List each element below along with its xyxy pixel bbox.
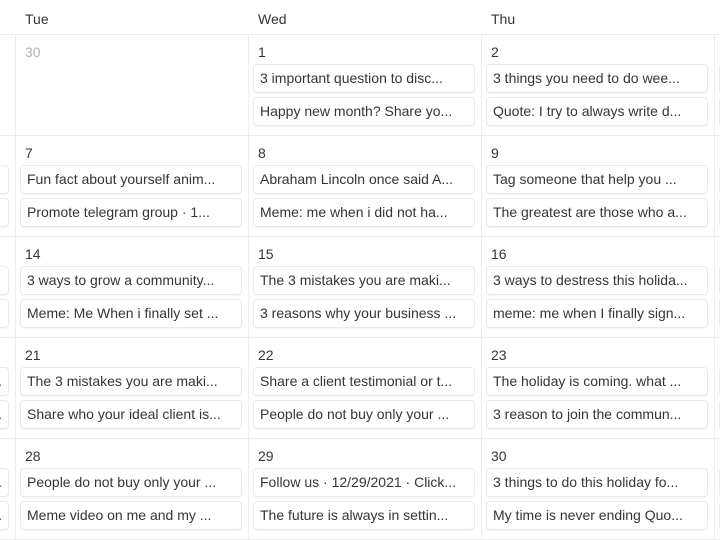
event-card[interactable]	[0, 198, 9, 227]
calendar-grid: 30 1 3 important question to disc... Happy …	[0, 35, 720, 540]
event-card[interactable]	[0, 266, 9, 295]
event-card[interactable]: Quote: I try to always write d...	[486, 97, 708, 126]
calendar-day-cell-partial[interactable]	[715, 439, 720, 539]
event-card[interactable]: Meme: me when i did not ha...	[253, 198, 475, 227]
event-card[interactable]: meme: me when I finally sign...	[486, 299, 708, 328]
calendar-header: Tue Wed Thu	[0, 0, 720, 35]
event-card[interactable]	[0, 165, 9, 194]
day-header-wed: Wed	[258, 11, 287, 27]
event-card[interactable]: People do not buy only your ...	[253, 400, 475, 429]
calendar-day-cell[interactable]: 7 Fun fact about yourself anim... Promote …	[16, 136, 249, 236]
calendar-day-cell[interactable]: 9 Tag someone that help you ... The greate…	[482, 136, 715, 236]
day-number: 7	[25, 145, 33, 161]
day-number: 14	[25, 246, 41, 262]
calendar-day-cell[interactable]: 22 Share a client testimonial or t... Peop…	[249, 338, 482, 438]
event-card[interactable]: 3 ways to destress this holida...	[486, 266, 708, 295]
calendar-week-row: .. 21 The 3 mistakes you are maki... Share …	[0, 338, 720, 439]
event-card[interactable]: 3 reasons why your business ...	[253, 299, 475, 328]
event-card[interactable]: Share a client testimonial or t...	[253, 367, 475, 396]
event-card[interactable]: Share who your ideal client is...	[20, 400, 242, 429]
calendar-day-cell[interactable]: 15 The 3 mistakes you are maki... 3 reason…	[249, 237, 482, 337]
calendar-day-cell-partial[interactable]	[715, 35, 720, 135]
event-card[interactable]: 3 ways to grow a community...	[20, 266, 242, 295]
event-card[interactable]: Promote telegram group · 1...	[20, 198, 242, 227]
day-number: 22	[258, 347, 274, 363]
day-number: 2	[491, 44, 499, 60]
event-card[interactable]: My time is never ending Quo...	[486, 501, 708, 530]
day-number: 30	[25, 44, 41, 60]
calendar-day-cell[interactable]: 28 People do not buy only your ... Meme vi…	[16, 439, 249, 539]
calendar-day-cell[interactable]: 16 3 ways to destress this holida... meme:…	[482, 237, 715, 337]
day-number: 29	[258, 448, 274, 464]
event-card[interactable]: .	[0, 400, 9, 429]
day-number: 8	[258, 145, 266, 161]
calendar-week-row: 30 1 3 important question to disc... Happy …	[0, 35, 720, 136]
event-card[interactable]: .	[0, 501, 9, 530]
calendar-day-cell-partial[interactable]	[0, 136, 16, 236]
calendar-day-cell[interactable]: 23 The holiday is coming. what ... 3 reaso…	[482, 338, 715, 438]
calendar-day-cell[interactable]: 21 The 3 mistakes you are maki... Share wh…	[16, 338, 249, 438]
event-card[interactable]: Meme video on me and my ...	[20, 501, 242, 530]
event-card[interactable]: The future is always in settin...	[253, 501, 475, 530]
calendar-day-cell-partial[interactable]	[0, 35, 16, 135]
event-card[interactable]: The 3 mistakes you are maki...	[253, 266, 475, 295]
event-card[interactable]: The holiday is coming. what ...	[486, 367, 708, 396]
event-card[interactable]: Happy new month? Share yo...	[253, 97, 475, 126]
calendar-week-row: 7 Fun fact about yourself anim... Promote …	[0, 136, 720, 237]
calendar-day-cell[interactable]: 30	[16, 35, 249, 135]
calendar-week-row: .. 28 People do not buy only your ... Meme …	[0, 439, 720, 540]
calendar-day-cell-partial[interactable]	[0, 237, 16, 337]
calendar-week-row: 14 3 ways to grow a community... Meme: Me …	[0, 237, 720, 338]
event-card[interactable]: .	[0, 468, 9, 497]
event-card[interactable]: The greatest are those who a...	[486, 198, 708, 227]
event-card[interactable]: 3 things you need to do wee...	[486, 64, 708, 93]
event-card[interactable]: Tag someone that help you ...	[486, 165, 708, 194]
calendar-day-cell-partial[interactable]: ..	[0, 439, 16, 539]
event-card[interactable]: 3 reason to join the commun...	[486, 400, 708, 429]
day-number: 28	[25, 448, 41, 464]
calendar-day-cell-partial[interactable]	[715, 136, 720, 236]
event-card[interactable]: Abraham Lincoln once said A...	[253, 165, 475, 194]
day-number: 23	[491, 347, 507, 363]
event-card[interactable]: Fun fact about yourself anim...	[20, 165, 242, 194]
event-card[interactable]: 3 things to do this holiday fo...	[486, 468, 708, 497]
event-card[interactable]: People do not buy only your ...	[20, 468, 242, 497]
calendar-day-cell-partial[interactable]	[715, 237, 720, 337]
day-header-thu: Thu	[491, 11, 516, 27]
day-number: 1	[258, 44, 266, 60]
day-header-tue: Tue	[25, 11, 49, 27]
calendar-day-cell-partial[interactable]: ..	[0, 338, 16, 438]
event-card[interactable]: The 3 mistakes you are maki...	[20, 367, 242, 396]
calendar-day-cell[interactable]: 14 3 ways to grow a community... Meme: Me …	[16, 237, 249, 337]
calendar-day-cell-partial[interactable]	[715, 338, 720, 438]
calendar-day-cell[interactable]: 1 3 important question to disc... Happy ne…	[249, 35, 482, 135]
event-card[interactable]	[0, 299, 9, 328]
event-card[interactable]: .	[0, 367, 9, 396]
event-card[interactable]: 3 important question to disc...	[253, 64, 475, 93]
calendar-day-cell[interactable]: 30 3 things to do this holiday fo... My ti…	[482, 439, 715, 539]
day-number: 9	[491, 145, 499, 161]
day-number: 21	[25, 347, 41, 363]
calendar-day-cell[interactable]: 2 3 things you need to do wee... Quote: I …	[482, 35, 715, 135]
event-card[interactable]: Meme: Me When i finally set ...	[20, 299, 242, 328]
day-number: 15	[258, 246, 274, 262]
day-number: 16	[491, 246, 507, 262]
calendar-day-cell[interactable]: 8 Abraham Lincoln once said A... Meme: me …	[249, 136, 482, 236]
event-card[interactable]: Follow us · 12/29/2021 · Click...	[253, 468, 475, 497]
calendar-day-cell[interactable]: 29 Follow us · 12/29/2021 · Click... The f…	[249, 439, 482, 539]
day-number: 30	[491, 448, 507, 464]
